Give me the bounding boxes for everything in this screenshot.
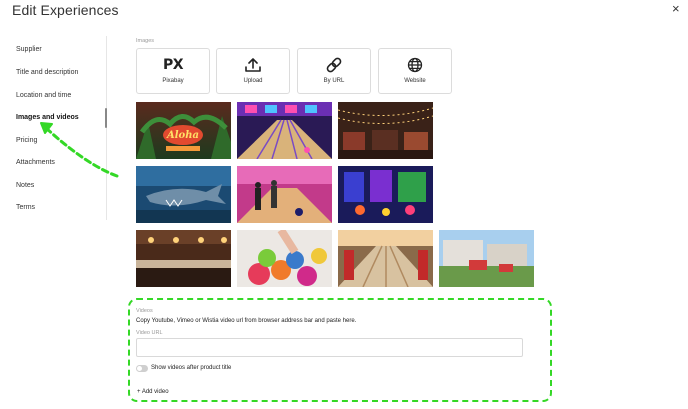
sidebar-nav: Supplier Title and description Location …: [0, 36, 107, 220]
image-thumbnail[interactable]: [439, 230, 534, 287]
video-url-label: Video URL: [136, 330, 163, 336]
sidebar-item-title-and-description[interactable]: Title and description: [16, 69, 78, 76]
by-url-source-button[interactable]: By URL: [297, 48, 371, 94]
modal-header: Edit Experiences ×: [0, 0, 688, 22]
link-icon: [298, 57, 370, 73]
add-video-button[interactable]: + Add video: [137, 389, 169, 395]
pixabay-logo-mark: PX: [162, 57, 184, 73]
aloha-sign-text: Aloha: [166, 130, 199, 141]
image-thumbnail[interactable]: Aloha: [136, 102, 231, 159]
website-source-button[interactable]: Website: [378, 48, 452, 94]
sidebar-item-pricing[interactable]: Pricing: [16, 137, 37, 144]
website-label: Website: [404, 78, 426, 84]
sidebar-item-attachments[interactable]: Attachments: [16, 159, 55, 166]
upload-label: Upload: [243, 78, 263, 84]
upload-source-button[interactable]: Upload: [216, 48, 290, 94]
image-thumbnail[interactable]: [237, 166, 332, 223]
by-url-label: By URL: [323, 78, 345, 84]
pixabay-icon: PX: [137, 57, 209, 73]
videos-section-label: Videos: [136, 308, 153, 314]
globe-icon: [379, 57, 451, 73]
pixabay-source-button[interactable]: PX Pixabay: [136, 48, 210, 94]
image-thumbnail[interactable]: [136, 166, 231, 223]
sidebar-item-notes[interactable]: Notes: [16, 182, 34, 189]
video-url-input[interactable]: [136, 338, 523, 357]
image-thumbnail[interactable]: [338, 166, 433, 223]
close-icon[interactable]: ×: [672, 2, 680, 16]
image-thumbnail[interactable]: [237, 102, 332, 159]
image-thumbnail[interactable]: [338, 102, 433, 159]
image-thumbnail[interactable]: [338, 230, 433, 287]
image-thumbnail[interactable]: [136, 230, 231, 287]
show-videos-toggle[interactable]: [136, 365, 148, 372]
sidebar-item-location-and-time[interactable]: Location and time: [16, 92, 71, 99]
sidebar-item-supplier[interactable]: Supplier: [16, 46, 42, 53]
active-nav-indicator: [105, 108, 107, 128]
image-thumbnail[interactable]: [237, 230, 332, 287]
pixabay-label: Pixabay: [162, 78, 184, 84]
show-videos-toggle-label: Show videos after product title: [151, 365, 232, 371]
sidebar-item-images-and-videos[interactable]: Images and videos: [16, 114, 79, 121]
upload-icon: [217, 57, 289, 73]
toggle-knob: [137, 366, 142, 371]
images-section-label: Images: [136, 38, 155, 44]
sidebar-item-terms[interactable]: Terms: [16, 204, 35, 211]
video-help-text: Copy Youtube, Vimeo or Wistia video url …: [136, 318, 357, 324]
page-title: Edit Experiences: [12, 2, 119, 18]
